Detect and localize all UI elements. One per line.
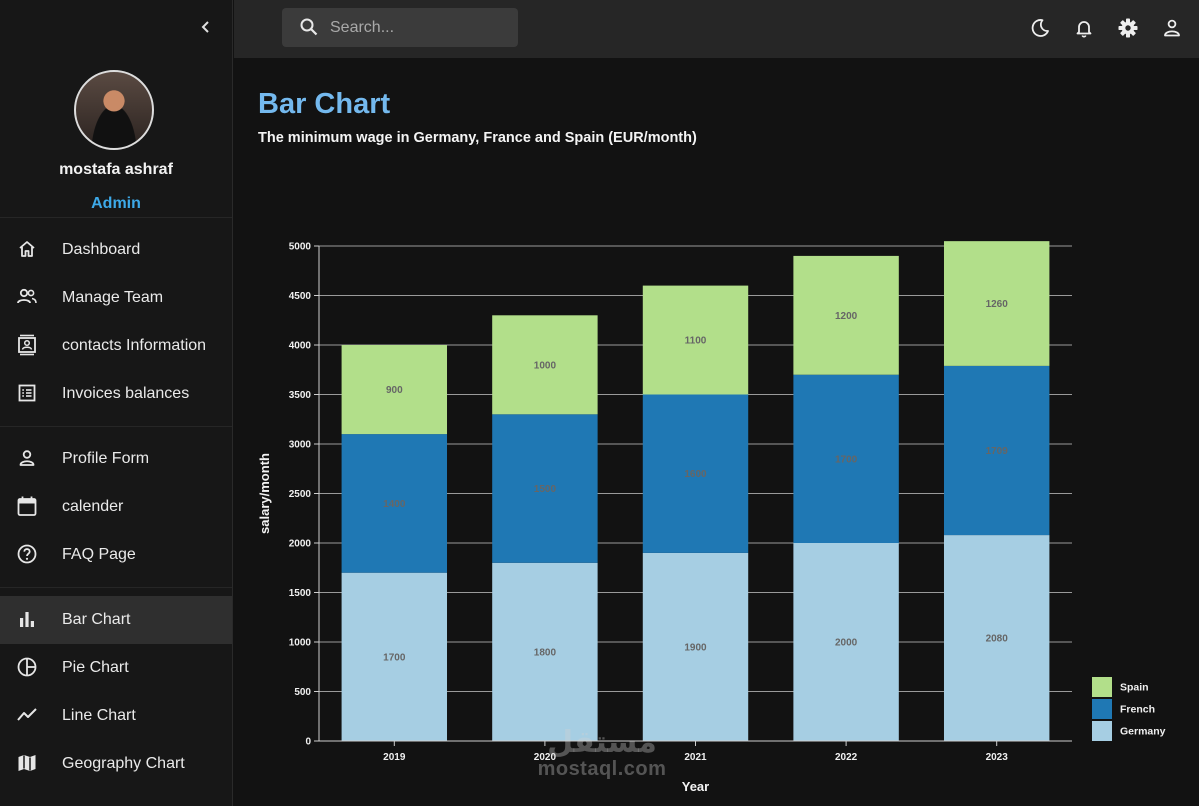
x-tick-label: 2022 bbox=[835, 752, 858, 763]
sidebar-item-manage-team[interactable]: Manage Team bbox=[0, 274, 232, 322]
divider bbox=[0, 587, 232, 588]
bar-value-label: 1260 bbox=[986, 299, 1009, 310]
page-subtitle: The minimum wage in Germany, France and … bbox=[258, 130, 697, 146]
x-tick-label: 2021 bbox=[684, 752, 707, 763]
x-axis-label: Year bbox=[682, 779, 709, 794]
user-role: Admin bbox=[91, 195, 141, 212]
topbar bbox=[234, 0, 1199, 58]
person-icon bbox=[16, 447, 38, 469]
help-icon bbox=[16, 543, 38, 565]
legend-swatch-germany bbox=[1092, 721, 1112, 741]
sidebar-item-geography-chart[interactable]: Geography Chart bbox=[0, 740, 232, 788]
sidebar-item-label: Invoices balances bbox=[62, 385, 190, 402]
sidebar-item-label: Manage Team bbox=[62, 289, 164, 306]
y-tick-label: 1000 bbox=[289, 638, 312, 649]
sidebar-item-label: contacts Information bbox=[62, 337, 207, 354]
sidebar-item-label: Dashboard bbox=[62, 241, 141, 258]
search-input[interactable] bbox=[328, 16, 512, 40]
search-box[interactable] bbox=[282, 8, 518, 47]
sidebar-item-calender[interactable]: calender bbox=[0, 483, 232, 531]
line-chart-icon bbox=[16, 704, 38, 726]
bar-value-label: 1900 bbox=[684, 642, 707, 653]
bar-value-label: 1700 bbox=[835, 454, 858, 465]
bar-value-label: 1600 bbox=[684, 469, 707, 480]
collapse-sidebar-button[interactable] bbox=[196, 17, 216, 37]
bar-value-label: 900 bbox=[386, 385, 403, 396]
page-title: Bar Chart bbox=[258, 88, 391, 120]
sidebar-item-label: Profile Form bbox=[62, 450, 150, 467]
pie-chart-icon bbox=[16, 656, 38, 678]
bar-value-label: 1000 bbox=[534, 360, 557, 371]
legend-label: French bbox=[1120, 704, 1155, 716]
people-icon bbox=[16, 286, 38, 308]
watermark: مستقل mostaql.com bbox=[527, 728, 677, 781]
sidebar-item-label: Geography Chart bbox=[62, 755, 185, 772]
sidebar-item-profile-form[interactable]: Profile Form bbox=[0, 435, 232, 483]
sidebar-item-label: FAQ Page bbox=[62, 546, 136, 563]
y-tick-label: 0 bbox=[305, 737, 311, 748]
bar-value-label: 2080 bbox=[986, 634, 1009, 645]
bar-value-label: 1709 bbox=[986, 446, 1009, 457]
bar-chart: 0 500 1000 1500 2000 2500 3000 3500 4000 4500 5000… bbox=[257, 241, 1166, 794]
bar-value-label: 1100 bbox=[685, 336, 707, 347]
sidebar-item-faq-page[interactable]: FAQ Page bbox=[0, 531, 232, 579]
sidebar-item-contacts-information[interactable]: contacts Information bbox=[0, 322, 232, 370]
chevron-left-icon bbox=[201, 21, 209, 33]
y-tick-label: 4500 bbox=[289, 291, 312, 302]
user-name: mostafa ashraf bbox=[59, 161, 173, 178]
notifications-icon[interactable] bbox=[1071, 15, 1097, 41]
legend-label: Germany bbox=[1120, 726, 1166, 738]
x-tick-label: 2023 bbox=[986, 752, 1009, 763]
y-tick-label: 5000 bbox=[289, 242, 312, 253]
sidebar: mostafa ashraf Admin Dashboard Manage Te… bbox=[0, 0, 233, 806]
bar-value-label: 1700 bbox=[383, 652, 406, 663]
sidebar-item-invoices-balances[interactable]: Invoices balances bbox=[0, 370, 232, 418]
user-profile-icon[interactable] bbox=[1159, 15, 1185, 41]
y-tick-label: 1500 bbox=[289, 588, 312, 599]
watermark-arabic: مستقل bbox=[547, 725, 657, 760]
bar-value-label: 1800 bbox=[534, 647, 557, 658]
sidebar-item-pie-chart[interactable]: Pie Chart bbox=[0, 644, 232, 692]
map-icon bbox=[16, 752, 38, 774]
sidebar-item-bar-chart[interactable]: Bar Chart bbox=[0, 596, 232, 644]
y-tick-label: 2000 bbox=[289, 539, 312, 550]
receipt-icon bbox=[16, 382, 38, 404]
dark-mode-icon[interactable] bbox=[1027, 15, 1053, 41]
y-tick-label: 2500 bbox=[289, 489, 312, 500]
legend-swatch-spain bbox=[1092, 677, 1112, 697]
sidebar-item-label: Line Chart bbox=[62, 707, 136, 724]
divider bbox=[0, 426, 232, 427]
sidebar-item-label: Bar Chart bbox=[62, 611, 131, 628]
sidebar-item-label: calender bbox=[62, 498, 124, 515]
sidebar-item-label: Pie Chart bbox=[62, 659, 129, 676]
calendar-icon bbox=[16, 495, 38, 517]
legend-label: Spain bbox=[1120, 682, 1149, 694]
y-tick-label: 500 bbox=[294, 687, 311, 698]
search-icon[interactable] bbox=[298, 16, 320, 43]
sidebar-item-line-chart[interactable]: Line Chart bbox=[0, 692, 232, 740]
bar-value-label: 1400 bbox=[383, 499, 406, 510]
x-tick-label: 2019 bbox=[383, 752, 406, 763]
y-tick-label: 4000 bbox=[289, 341, 312, 352]
watermark-latin: mostaql.com bbox=[537, 758, 667, 780]
bar-value-label: 1500 bbox=[534, 484, 557, 495]
home-icon bbox=[16, 238, 38, 260]
y-tick-label: 3500 bbox=[289, 390, 312, 401]
settings-icon[interactable] bbox=[1115, 15, 1141, 41]
divider bbox=[0, 217, 232, 218]
legend-swatch-french bbox=[1092, 699, 1112, 719]
y-tick-label: 3000 bbox=[289, 440, 312, 451]
bar-chart-icon bbox=[16, 608, 38, 630]
bar-value-label: 2000 bbox=[835, 638, 858, 649]
bar-value-label: 1200 bbox=[835, 311, 858, 322]
avatar bbox=[74, 70, 154, 150]
y-axis-label: salary/month bbox=[257, 453, 272, 534]
sidebar-item-dashboard[interactable]: Dashboard bbox=[0, 226, 232, 274]
contacts-icon bbox=[16, 334, 38, 356]
